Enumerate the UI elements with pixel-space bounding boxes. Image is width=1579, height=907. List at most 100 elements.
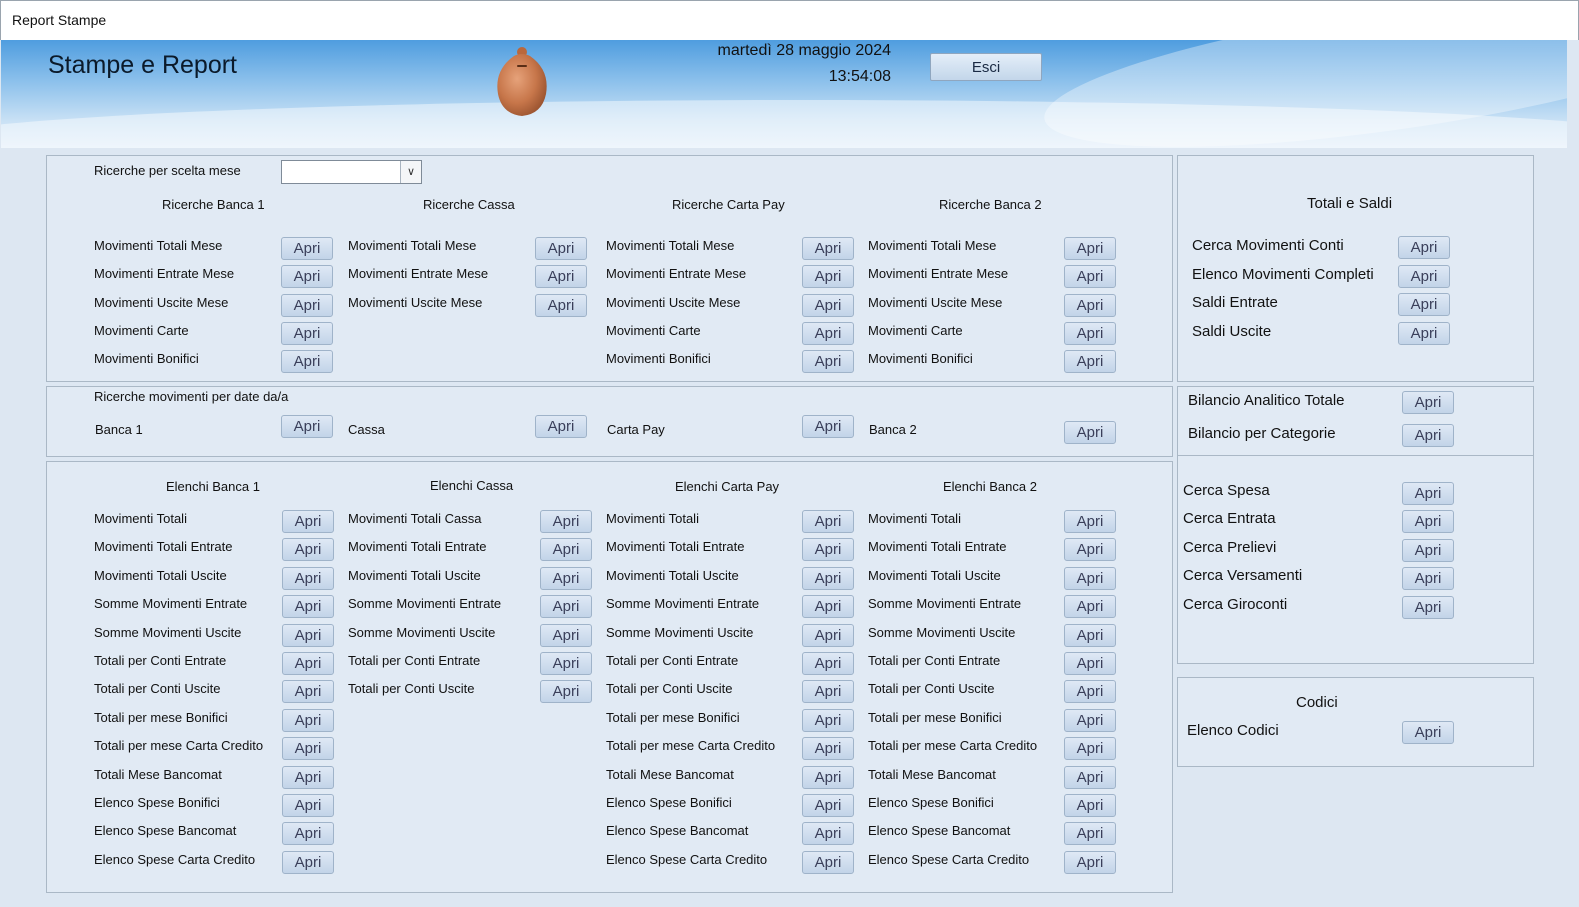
month-banca1-movimenti-bonifici-open-button[interactable]: Apri <box>281 350 333 374</box>
list-banca1-movimenti-totali-entrate-label: Movimenti Totali Entrate <box>94 539 233 555</box>
list-banca2-totali-per-conti-entrate-open-button[interactable]: Apri <box>1064 652 1116 675</box>
list-banca1-somme-movimenti-entrate-open-button[interactable]: Apri <box>282 595 334 619</box>
month-banca1-movimenti-entrate-mese-open-button[interactable]: Apri <box>281 265 333 289</box>
balance-bilancio-per-categorie-label: Bilancio per Categorie <box>1188 425 1336 442</box>
list-banca2-totali-per-conti-uscite-open-button[interactable]: Apri <box>1064 680 1116 704</box>
month-cassa-movimenti-totali-mese-label: Movimenti Totali Mese <box>348 238 477 253</box>
header-banner: Stampe e Report martedì 28 maggio 2024 1… <box>1 40 1567 148</box>
exit-button[interactable]: Esci <box>930 53 1042 81</box>
month-banca2-movimenti-carte-open-button[interactable]: Apri <box>1064 321 1116 345</box>
list-banca1-totali-per-conti-uscite-open-button[interactable]: Apri <box>282 680 334 704</box>
date-carta-pay-open-button[interactable]: Apri <box>802 415 854 438</box>
list-cassa-totali-per-conti-uscite-open-button[interactable]: Apri <box>540 680 592 704</box>
date-search-label: Ricerche movimenti per date da/a <box>94 389 289 404</box>
list-cartapay-elenco-spese-bonifici-open-button[interactable]: Apri <box>802 794 854 817</box>
search-cerca-spesa-open-button[interactable]: Apri <box>1402 482 1454 505</box>
list-cartapay-somme-movimenti-entrate-open-button[interactable]: Apri <box>802 595 854 619</box>
list-banca1-movimenti-totali-open-button[interactable]: Apri <box>282 510 334 533</box>
month-cassa-movimenti-uscite-mese-open-button[interactable]: Apri <box>535 293 587 317</box>
totals-saldi-entrate-open-button[interactable]: Apri <box>1398 293 1450 317</box>
list-cartapay-totali-per-conti-entrate-open-button[interactable]: Apri <box>802 652 854 675</box>
month-banca1-movimenti-uscite-mese-open-button[interactable]: Apri <box>281 293 333 317</box>
list-banca1-elenco-spese-bancomat-open-button[interactable]: Apri <box>282 822 334 846</box>
month-banca2-movimenti-entrate-mese-open-button[interactable]: Apri <box>1064 265 1116 289</box>
list-banca1-movimenti-totali-uscite-open-button[interactable]: Apri <box>282 566 334 590</box>
list-cartapay-totali-per-mese-carta-credito-label: Totali per mese Carta Credito <box>606 738 776 754</box>
month-cassa-movimenti-totali-mese-open-button[interactable]: Apri <box>535 237 587 260</box>
list-cassa-movimenti-totali-cassa-open-button[interactable]: Apri <box>540 510 592 533</box>
list-banca2-movimenti-totali-uscite-open-button[interactable]: Apri <box>1064 566 1116 590</box>
search-cerca-prelievi-open-button[interactable]: Apri <box>1402 538 1454 562</box>
list-banca2-elenco-spese-carta-credito-open-button[interactable]: Apri <box>1064 850 1116 874</box>
search-cerca-giroconti-open-button[interactable]: Apri <box>1402 595 1454 619</box>
list-banca2-somme-movimenti-entrate-open-button[interactable]: Apri <box>1064 595 1116 619</box>
list-cartapay-movimenti-totali-entrate-open-button[interactable]: Apri <box>802 538 854 562</box>
list-cartapay-totali-per-mese-carta-credito-open-button[interactable]: Apri <box>802 737 854 761</box>
list-banca2-somme-movimenti-uscite-open-button[interactable]: Apri <box>1064 623 1116 647</box>
list-cartapay-movimenti-totali-uscite-open-button[interactable]: Apri <box>802 566 854 590</box>
list-banca2-movimenti-totali-entrate-open-button[interactable]: Apri <box>1064 538 1116 562</box>
list-cartapay-movimenti-totali-open-button[interactable]: Apri <box>802 510 854 533</box>
month-banca2-movimenti-bonifici-open-button[interactable]: Apri <box>1064 350 1116 374</box>
list-cartapay-somme-movimenti-uscite-open-button[interactable]: Apri <box>802 623 854 647</box>
month-cartapay-movimenti-bonifici-label: Movimenti Bonifici <box>606 351 711 367</box>
list-cartapay-somme-movimenti-entrate-label: Somme Movimenti Entrate <box>606 596 760 612</box>
list-banca2-totali-per-mese-bonifici-open-button[interactable]: Apri <box>1064 708 1116 732</box>
totals-cerca-movimenti-conti-open-button[interactable]: Apri <box>1398 236 1450 259</box>
month-cartapay-movimenti-carte-open-button[interactable]: Apri <box>802 321 854 345</box>
month-cartapay-movimenti-entrate-mese-open-button[interactable]: Apri <box>802 265 854 289</box>
list-banca2-movimenti-totali-open-button[interactable]: Apri <box>1064 510 1116 533</box>
list-banca1-totali-mese-bancomat-open-button[interactable]: Apri <box>282 765 334 789</box>
totals-elenco-movimenti-completi-open-button[interactable]: Apri <box>1398 264 1450 288</box>
balance-bilancio-per-categorie-open-button[interactable]: Apri <box>1402 424 1454 447</box>
search-cerca-versamenti-open-button[interactable]: Apri <box>1402 567 1454 591</box>
list-cartapay-totali-mese-bancomat-open-button[interactable]: Apri <box>802 765 854 789</box>
list-cartapay-totali-per-mese-bonifici-label: Totali per mese Bonifici <box>606 709 740 725</box>
month-banca2-movimenti-bonifici-label: Movimenti Bonifici <box>868 351 973 367</box>
list-cartapay-totali-per-mese-bonifici-open-button[interactable]: Apri <box>802 708 854 732</box>
month-banca1-movimenti-carte-open-button[interactable]: Apri <box>281 321 333 345</box>
list-cartapay-totali-per-conti-uscite-open-button[interactable]: Apri <box>802 680 854 704</box>
chevron-down-icon[interactable]: ∨ <box>400 161 421 183</box>
list-banca2-totali-per-mese-carta-credito-open-button[interactable]: Apri <box>1064 737 1116 761</box>
month-cartapay-movimenti-totali-mese-open-button[interactable]: Apri <box>802 237 854 260</box>
month-col-title-cassa: Ricerche Cassa <box>423 197 515 212</box>
list-banca1-totali-per-conti-entrate-open-button[interactable]: Apri <box>282 652 334 675</box>
list-cassa-somme-movimenti-uscite-open-button[interactable]: Apri <box>540 623 592 647</box>
list-banca1-elenco-spese-bonifici-open-button[interactable]: Apri <box>282 794 334 817</box>
month-banca1-movimenti-totali-mese-open-button[interactable]: Apri <box>281 237 333 260</box>
date-banca-2-open-button[interactable]: Apri <box>1064 421 1116 444</box>
list-banca2-elenco-spese-bancomat-open-button[interactable]: Apri <box>1064 822 1116 846</box>
month-banca2-movimenti-totali-mese-open-button[interactable]: Apri <box>1064 237 1116 260</box>
month-cartapay-movimenti-bonifici-open-button[interactable]: Apri <box>802 350 854 374</box>
date-banca-1-open-button[interactable]: Apri <box>281 415 333 438</box>
list-banca1-somme-movimenti-uscite-label: Somme Movimenti Uscite <box>94 624 242 640</box>
list-banca1-totali-per-mese-bonifici-open-button[interactable]: Apri <box>282 708 334 732</box>
list-banca1-elenco-spese-carta-credito-open-button[interactable]: Apri <box>282 850 334 874</box>
list-banca2-elenco-spese-bonifici-open-button[interactable]: Apri <box>1064 794 1116 817</box>
list-cartapay-elenco-spese-bancomat-open-button[interactable]: Apri <box>802 822 854 846</box>
list-banca1-movimenti-totali-entrate-open-button[interactable]: Apri <box>282 538 334 562</box>
balance-bilancio-analitico-totale-open-button[interactable]: Apri <box>1402 391 1454 414</box>
list-cassa-somme-movimenti-entrate-open-button[interactable]: Apri <box>540 595 592 619</box>
list-banca2-somme-movimenti-uscite-label: Somme Movimenti Uscite <box>868 624 1016 640</box>
list-banca1-somme-movimenti-uscite-open-button[interactable]: Apri <box>282 623 334 647</box>
codes-elenco-codici-label: Elenco Codici <box>1187 722 1279 739</box>
month-cassa-movimenti-entrate-mese-open-button[interactable]: Apri <box>535 265 587 289</box>
list-cassa-somme-movimenti-uscite-label: Somme Movimenti Uscite <box>348 624 496 640</box>
list-cassa-movimenti-totali-entrate-open-button[interactable]: Apri <box>540 538 592 562</box>
month-banca1-movimenti-totali-mese-label: Movimenti Totali Mese <box>94 238 223 253</box>
date-cassa-open-button[interactable]: Apri <box>535 415 587 438</box>
totals-saldi-uscite-open-button[interactable]: Apri <box>1398 322 1450 346</box>
list-cartapay-elenco-spese-carta-credito-open-button[interactable]: Apri <box>802 850 854 874</box>
list-banca2-totali-mese-bancomat-open-button[interactable]: Apri <box>1064 765 1116 789</box>
list-cassa-movimenti-totali-uscite-open-button[interactable]: Apri <box>540 566 592 590</box>
month-banca2-movimenti-uscite-mese-open-button[interactable]: Apri <box>1064 293 1116 317</box>
list-cartapay-somme-movimenti-uscite-label: Somme Movimenti Uscite <box>606 624 754 640</box>
search-cerca-entrata-open-button[interactable]: Apri <box>1402 510 1454 534</box>
list-cassa-totali-per-conti-entrate-open-button[interactable]: Apri <box>540 652 592 675</box>
month-cartapay-movimenti-uscite-mese-open-button[interactable]: Apri <box>802 293 854 317</box>
codes-elenco-codici-open-button[interactable]: Apri <box>1402 721 1454 744</box>
list-banca1-totali-per-mese-carta-credito-open-button[interactable]: Apri <box>282 737 334 761</box>
month-select[interactable]: ∨ <box>281 160 422 184</box>
